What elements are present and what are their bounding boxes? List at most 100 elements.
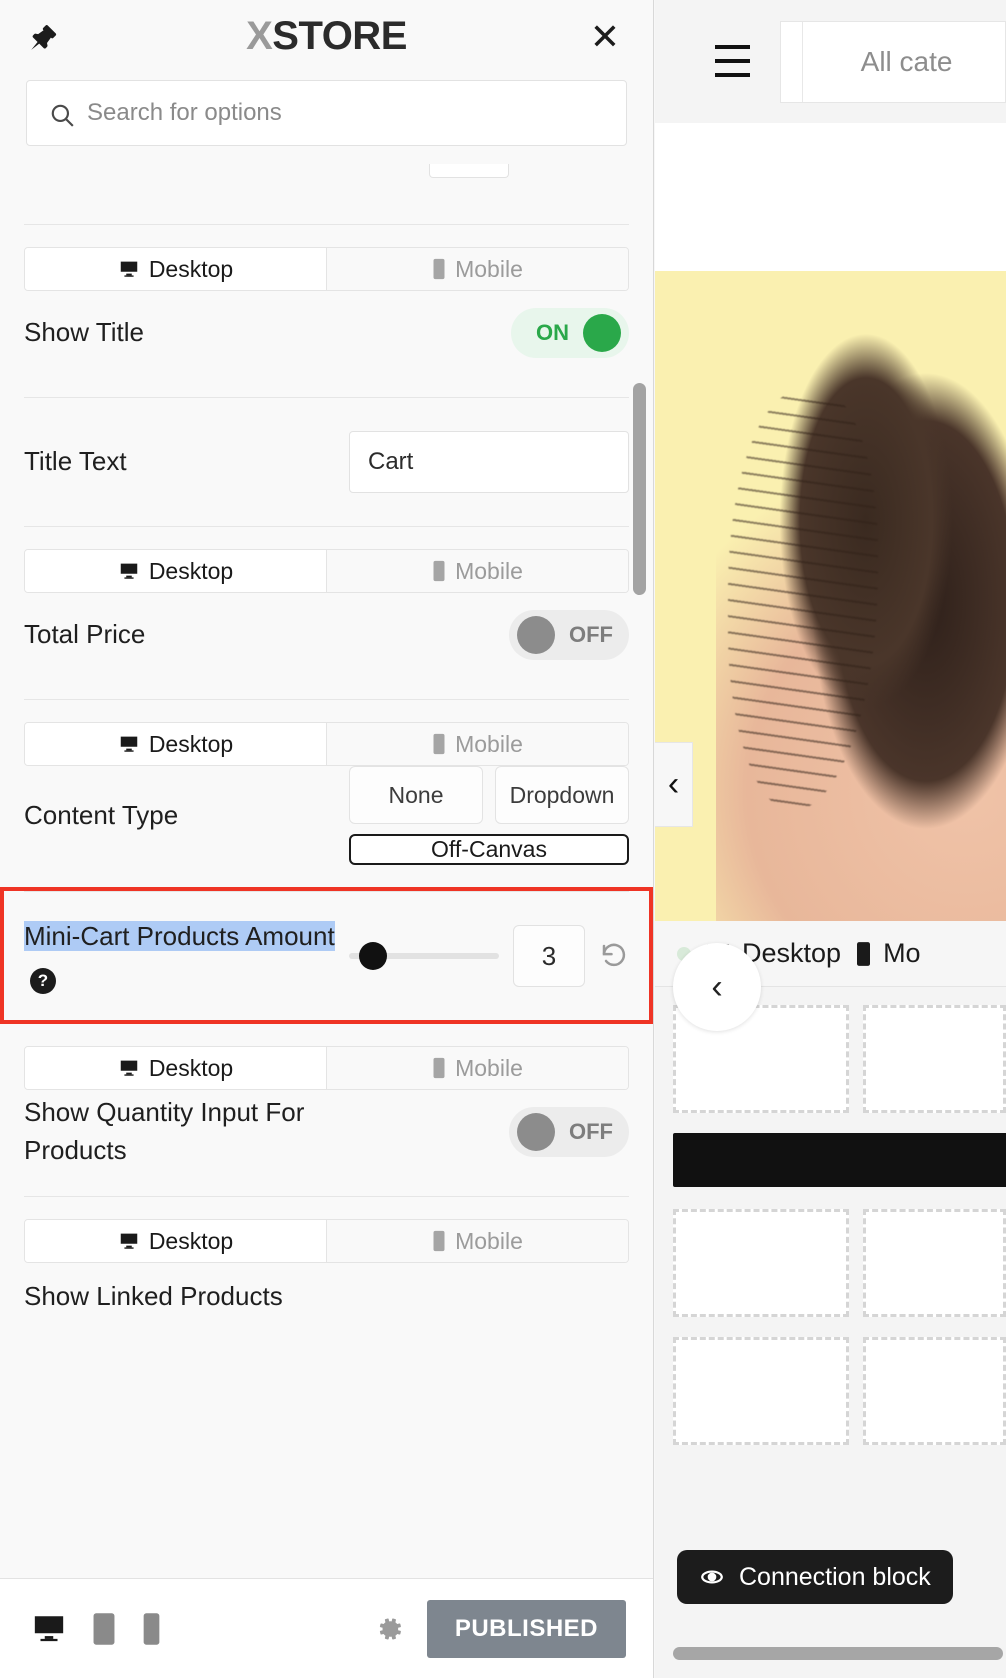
mobile-icon[interactable] [142, 1612, 161, 1646]
device-tabs-show-title: Desktop Mobile [24, 247, 629, 291]
mini-cart-amount-controls [349, 925, 629, 987]
device-tab-desktop[interactable]: Desktop [25, 248, 326, 290]
preview-placeholder-block[interactable] [863, 1005, 1006, 1113]
toggle-knob [517, 616, 555, 654]
control-show-title: Show Title ON [24, 291, 629, 375]
device-tab-desktop[interactable]: Desktop [25, 1220, 326, 1262]
device-tab-desktop-label: Desktop [148, 730, 234, 757]
preview-content-grid [655, 987, 1006, 1445]
mobile-icon [433, 1057, 445, 1079]
search-input[interactable] [27, 99, 626, 127]
preview-spacer [655, 123, 1006, 271]
device-tab-mobile[interactable]: Mobile [326, 1047, 628, 1089]
mini-cart-amount-slider[interactable] [349, 942, 499, 970]
publish-button[interactable]: PUBLISHED [426, 1599, 626, 1658]
desktop-icon [120, 1060, 138, 1076]
panel-header: XSTORE ✕ [0, 0, 653, 80]
row-show-quantity-input: Desktop Mobile Show Quantity Input For P… [24, 1024, 629, 1196]
mini-cart-amount-input[interactable] [513, 925, 585, 987]
preview-collapse-tab[interactable]: ‹ [655, 742, 693, 827]
slider-thumb[interactable] [359, 942, 387, 970]
brand-logo: XSTORE [0, 14, 653, 59]
device-tabs-content-type: Desktop Mobile [24, 722, 629, 766]
row-label: Title Text [24, 446, 127, 477]
row-label: Total Price [24, 619, 146, 650]
preview-header: All cate [655, 0, 1006, 123]
row-mini-cart-products-amount: Mini-Cart Products Amount? [24, 892, 629, 1020]
preview-placeholder-block[interactable] [863, 1209, 1006, 1317]
search-box[interactable] [26, 80, 627, 146]
category-select-edge [780, 21, 803, 102]
reset-icon[interactable] [599, 941, 629, 971]
device-tab-desktop-label: Desktop [148, 557, 234, 584]
panel-bottom-bar: PUBLISHED [0, 1578, 653, 1678]
device-tab-desktop[interactable]: Desktop [25, 1047, 326, 1089]
hero-model-image [716, 271, 1006, 921]
device-tab-mobile[interactable]: Mobile [326, 550, 628, 592]
row-label: Content Type [24, 799, 179, 830]
site-preview: All cate ‹ ‹ Desktop Mo Connection block [655, 0, 1006, 1678]
settings-panel: XSTORE ✕ Search for options Desktop Mobi… [0, 0, 654, 1678]
device-tab-mobile-label: Mobile [455, 557, 523, 584]
preview-placeholder-block[interactable] [863, 1337, 1006, 1445]
device-tab-mobile[interactable]: Mobile [326, 248, 628, 290]
title-text-input[interactable] [349, 431, 629, 493]
content-type-option-none[interactable]: None [349, 766, 483, 824]
connection-icon [701, 1570, 723, 1584]
tablet-icon[interactable] [92, 1612, 116, 1646]
device-preview-switcher [0, 1612, 161, 1646]
category-select[interactable]: All cate [779, 20, 1006, 103]
content-type-options-top: None Dropdown [349, 766, 629, 824]
show-title-toggle[interactable]: ON [511, 308, 629, 358]
device-tab-desktop[interactable]: Desktop [25, 550, 326, 592]
desktop-icon [120, 1233, 138, 1249]
settings-rows: Desktop Mobile Show Title ON Title Text … [0, 164, 653, 1334]
bottom-bar-actions: PUBLISHED [371, 1599, 653, 1658]
connection-block-tooltip-label: Connection block [739, 1562, 931, 1591]
search-section [0, 80, 653, 164]
preview-placeholder-block[interactable] [673, 1337, 850, 1445]
device-tab-mobile-label: Mobile [455, 1054, 523, 1081]
partial-field [429, 164, 509, 178]
device-tab-mobile-label: Mobile [455, 730, 523, 757]
control-total-price: Total Price OFF [24, 593, 629, 677]
row-label: Show Title [24, 317, 144, 348]
control-title-text: Title Text [24, 420, 629, 504]
burger-line [715, 58, 750, 63]
connection-block-tooltip: Connection block [677, 1550, 953, 1604]
desktop-icon [120, 736, 138, 752]
toggle-knob [583, 314, 621, 352]
device-tab-mobile[interactable]: Mobile [326, 723, 628, 765]
hamburger-menu-icon[interactable] [715, 44, 750, 79]
search-icon [51, 104, 74, 127]
show-quantity-input-toggle[interactable]: OFF [509, 1107, 629, 1157]
row-label: Mini-Cart Products Amount? [24, 918, 349, 994]
preview-selected-block[interactable] [673, 1133, 1006, 1187]
row-label: Show Linked Products [24, 1281, 283, 1311]
content-type-option-dropdown[interactable]: Dropdown [495, 766, 629, 824]
desktop-icon [120, 261, 138, 277]
preview-horizontal-scrollbar[interactable] [673, 1647, 1003, 1660]
total-price-toggle[interactable]: OFF [509, 610, 629, 660]
gear-icon[interactable] [371, 1612, 405, 1646]
device-tab-mobile-label: Mobile [455, 255, 523, 282]
device-tab-desktop[interactable]: Desktop [25, 723, 326, 765]
toggle-knob [517, 1113, 555, 1151]
toggle-state-label: OFF [569, 622, 613, 647]
brand-logo-text: STORE [272, 14, 407, 58]
carousel-prev-button[interactable]: ‹ [673, 943, 761, 1031]
device-tabs-total-price: Desktop Mobile [24, 549, 629, 593]
device-tab-desktop-label: Desktop [148, 1054, 234, 1081]
desktop-icon[interactable] [32, 1612, 66, 1646]
device-tab-mobile[interactable]: Mobile [326, 1220, 628, 1262]
panel-scrollbar[interactable] [633, 383, 646, 595]
help-icon[interactable]: ? [30, 968, 56, 994]
close-icon[interactable]: ✕ [585, 18, 625, 58]
preview-placeholder-block[interactable] [673, 1209, 850, 1317]
partial-row-top [24, 164, 629, 224]
preview-device-mobile[interactable]: Mo [855, 938, 921, 969]
row-total-price: Desktop Mobile Total Price OFF [24, 527, 629, 699]
row-label-text: Mini-Cart Products Amount [24, 920, 335, 951]
content-type-option-off-canvas[interactable]: Off-Canvas [349, 834, 629, 865]
preview-grid-row [673, 1209, 1006, 1317]
